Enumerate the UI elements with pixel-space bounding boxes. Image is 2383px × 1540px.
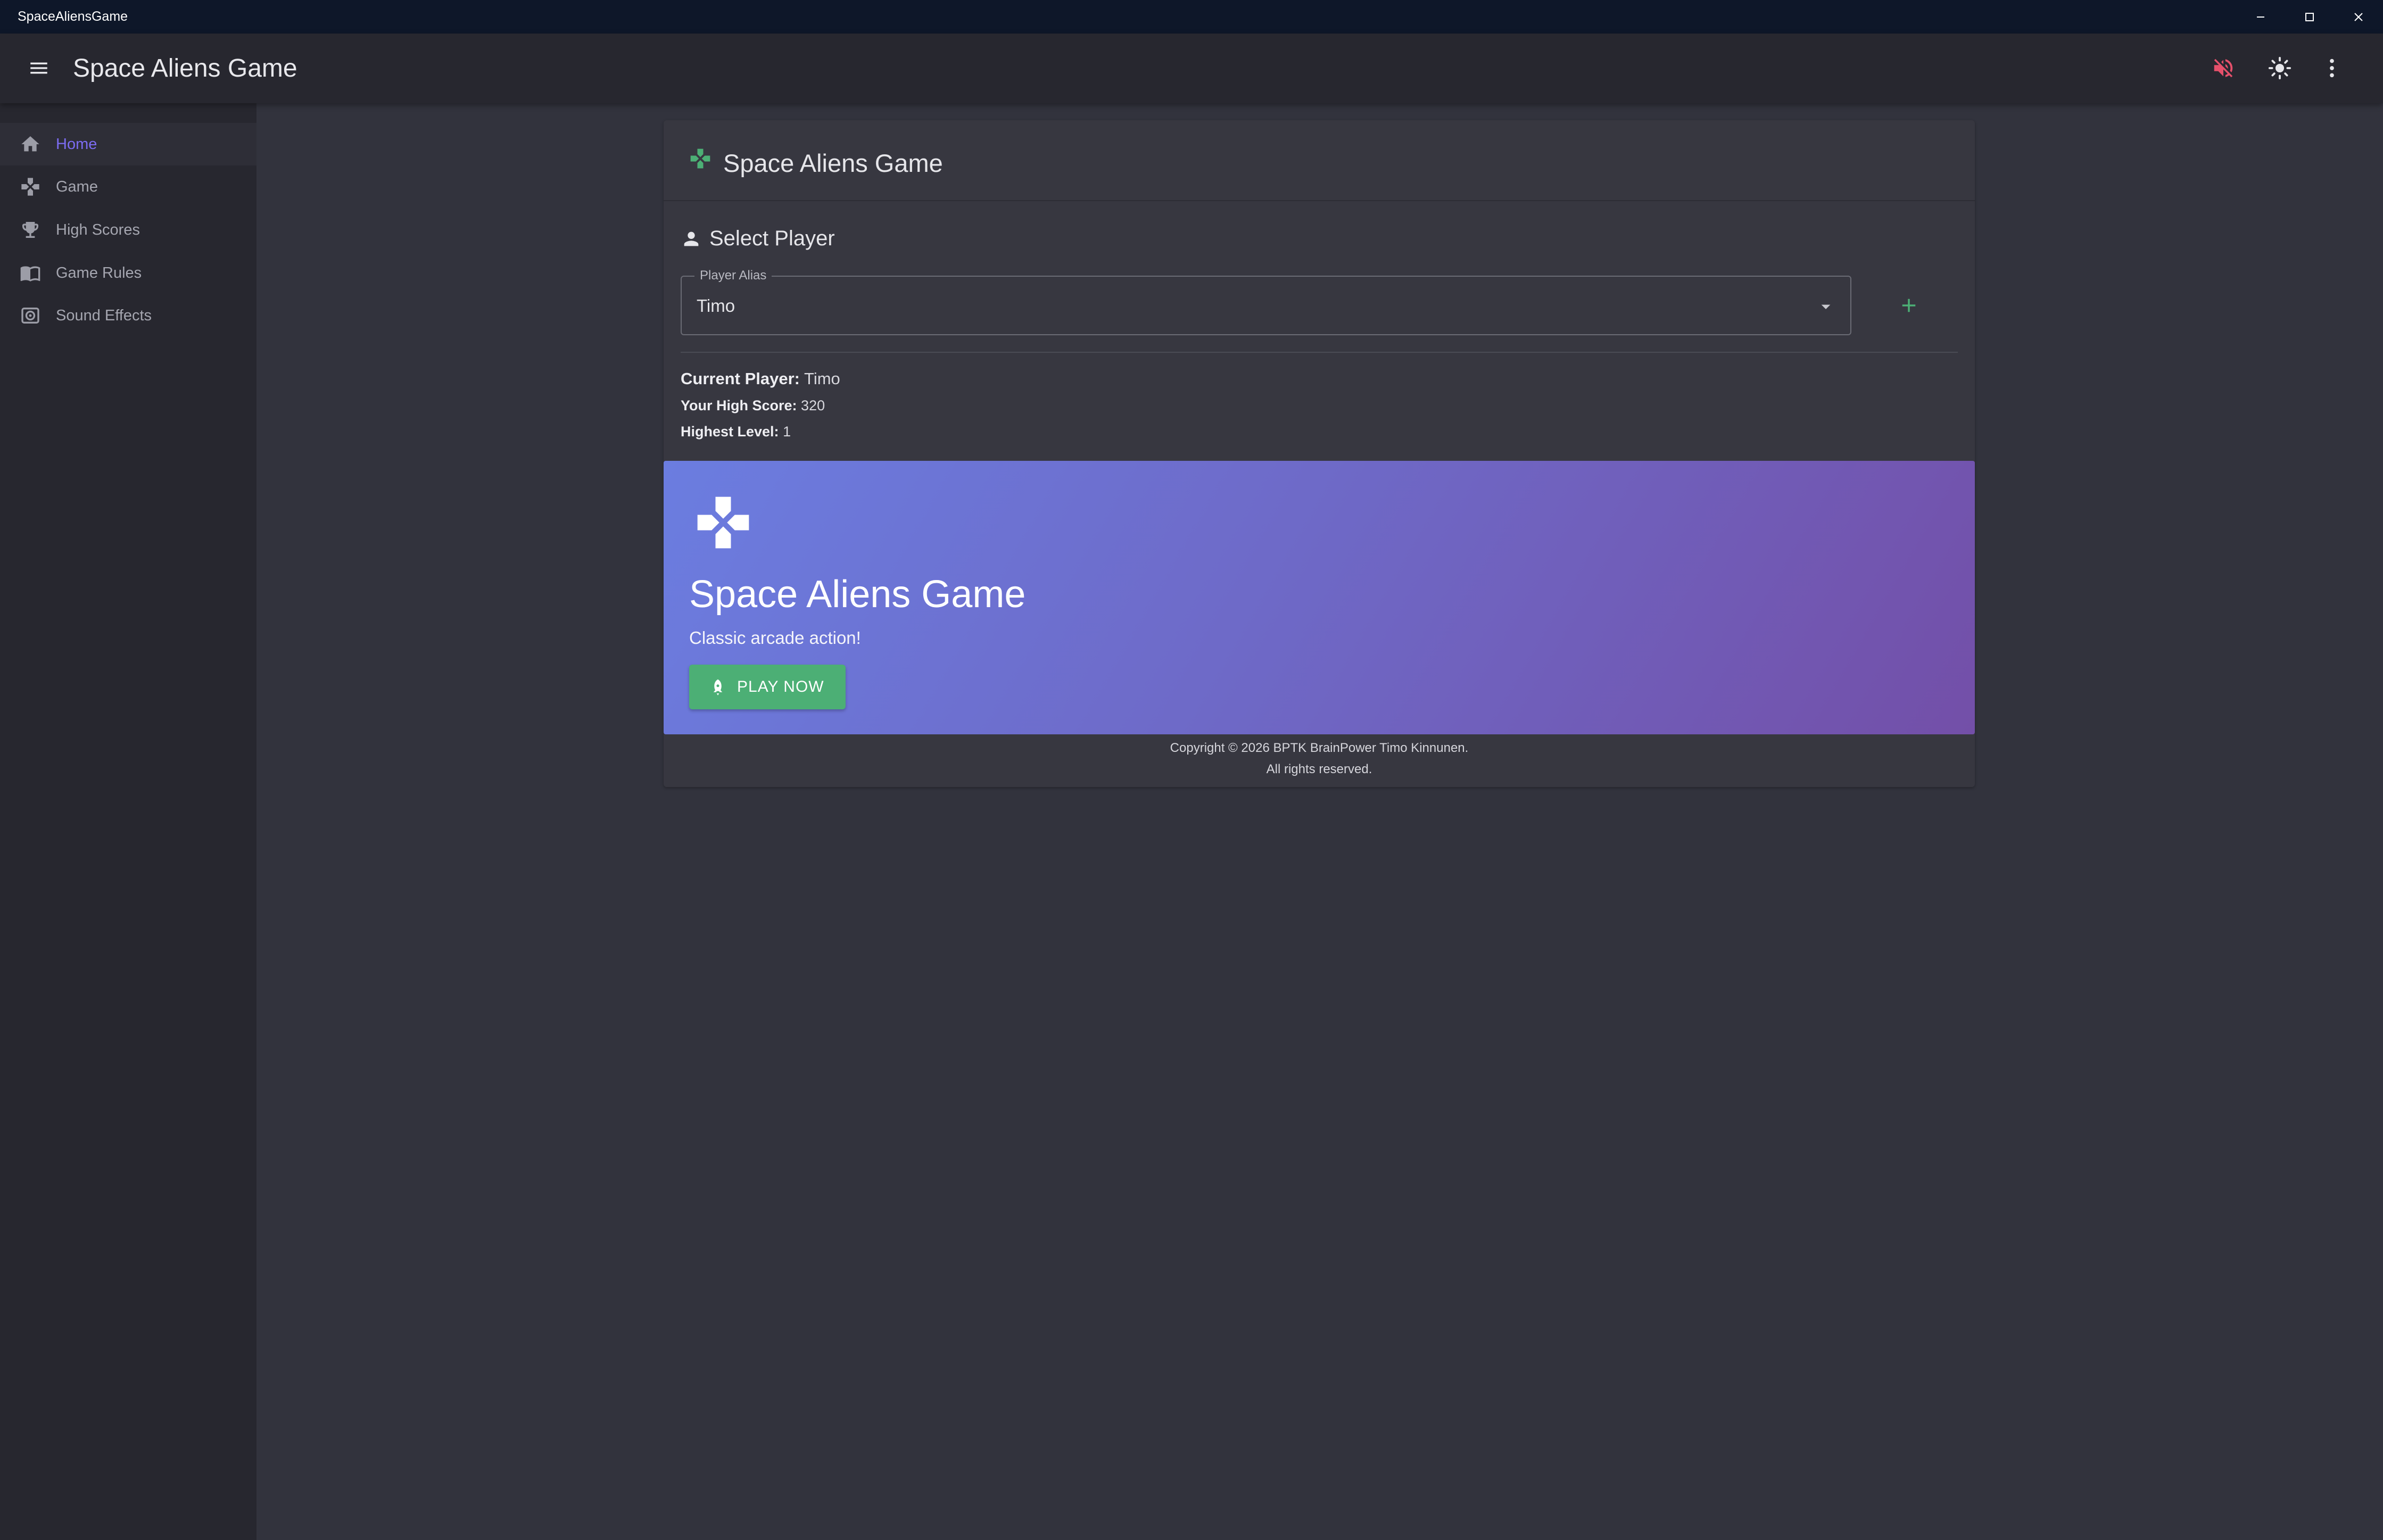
play-now-button[interactable]: PLAY NOW bbox=[689, 665, 846, 709]
player-alias-select[interactable]: Player Alias Timo bbox=[681, 268, 1851, 335]
minimize-button[interactable] bbox=[2236, 0, 2285, 34]
sidebar-item-game[interactable]: Game bbox=[0, 165, 256, 208]
more-vert-icon bbox=[2330, 59, 2334, 78]
more-options-button[interactable] bbox=[2314, 52, 2349, 84]
home-icon bbox=[19, 133, 42, 155]
rocket-icon bbox=[713, 679, 723, 696]
player-alias-label: Player Alias bbox=[694, 268, 772, 283]
maximize-button[interactable] bbox=[2285, 0, 2334, 34]
sidebar-item-label: Game Rules bbox=[56, 264, 142, 281]
add-player-button[interactable] bbox=[1894, 291, 1924, 320]
gamepad-icon bbox=[690, 148, 710, 169]
sidebar-item-label: Sound Effects bbox=[56, 307, 152, 324]
gamepad-icon bbox=[697, 496, 749, 549]
speaker-icon bbox=[19, 304, 42, 327]
menu-button[interactable] bbox=[21, 52, 56, 84]
high-score-line: Your High Score: 320 bbox=[681, 398, 825, 414]
card-header: Space Aliens Game bbox=[664, 120, 1975, 201]
close-window-button[interactable] bbox=[2334, 0, 2383, 34]
sidebar-item-high-scores[interactable]: High Scores bbox=[0, 209, 256, 251]
window-controls bbox=[2236, 0, 2383, 34]
plus-icon bbox=[1902, 299, 1916, 312]
select-player-title: Select Player bbox=[709, 227, 835, 250]
highest-level-label: Highest Level: bbox=[681, 424, 779, 440]
arrow-drop-down-icon bbox=[1821, 304, 1831, 309]
current-player-value: Timo bbox=[804, 369, 840, 388]
card-title: Space Aliens Game bbox=[723, 149, 943, 177]
hero-subtitle: Classic arcade action! bbox=[689, 628, 861, 648]
app-bar: Space Aliens Game bbox=[0, 34, 2383, 103]
trophy-icon bbox=[19, 219, 42, 241]
divider bbox=[681, 352, 1958, 353]
hero-title: Space Aliens Game bbox=[689, 573, 1026, 616]
volume-off-icon bbox=[2214, 59, 2233, 78]
sidebar: Home Game High Scores Game Rules Sound E… bbox=[0, 103, 256, 1540]
sound-toggle-button[interactable] bbox=[2206, 52, 2241, 84]
hamburger-menu-icon bbox=[30, 62, 47, 74]
copyright-text: Copyright © 2026 BPTK BrainPower Timo Ki… bbox=[1170, 741, 1469, 755]
minimize-icon bbox=[2257, 16, 2264, 18]
player-alias-value: Timo bbox=[697, 296, 735, 316]
highest-level-line: Highest Level: 1 bbox=[681, 424, 791, 440]
sidebar-item-label: High Scores bbox=[56, 221, 140, 238]
rights-text: All rights reserved. bbox=[1266, 762, 1372, 776]
hero-banner: Space Aliens Game Classic arcade action!… bbox=[664, 461, 1975, 734]
current-player-line: Current Player: Timo bbox=[681, 369, 840, 388]
current-player-label: Current Player: bbox=[681, 369, 800, 388]
home-card: Space Aliens Game Select Player Player A… bbox=[664, 120, 1975, 787]
sidebar-item-label: Home bbox=[56, 135, 97, 153]
app-title: Space Aliens Game bbox=[73, 54, 297, 82]
footer: Copyright © 2026 BPTK BrainPower Timo Ki… bbox=[664, 738, 1975, 780]
high-score-label: Your High Score: bbox=[681, 398, 797, 413]
sidebar-item-sound-effects[interactable]: Sound Effects bbox=[0, 294, 256, 337]
sidebar-item-label: Game bbox=[56, 178, 98, 195]
book-icon bbox=[19, 262, 42, 284]
close-icon bbox=[2354, 12, 2363, 21]
select-player-heading: Select Player bbox=[681, 227, 835, 251]
gamepad-icon bbox=[19, 176, 42, 198]
theme-toggle-button[interactable] bbox=[2262, 52, 2297, 84]
maximize-icon bbox=[2305, 12, 2314, 21]
highest-level-value: 1 bbox=[783, 424, 791, 440]
sun-icon bbox=[2268, 56, 2291, 80]
window-title: SpaceAliensGame bbox=[18, 9, 128, 24]
window-titlebar: SpaceAliensGame bbox=[0, 0, 2383, 34]
person-icon bbox=[684, 231, 699, 246]
sidebar-item-home[interactable]: Home bbox=[0, 123, 256, 165]
sidebar-item-game-rules[interactable]: Game Rules bbox=[0, 252, 256, 294]
high-score-value: 320 bbox=[801, 398, 825, 413]
play-now-label: PLAY NOW bbox=[737, 678, 824, 696]
